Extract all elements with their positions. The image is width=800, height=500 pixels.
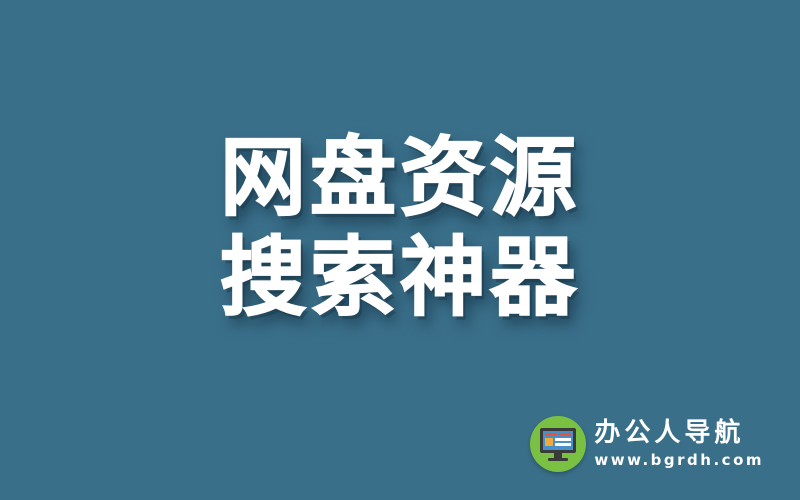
brand-text: 办公人导航 www.bgrdh.com [594,418,764,470]
title-line-1: 网盘资源 [219,127,580,229]
brand-name: 办公人导航 [594,418,745,448]
title-line-2: 搜索神器 [219,227,580,329]
brand-url: www.bgrdh.com [594,451,764,469]
cover-image: 网盘资源 搜索神器 办公人导航 www.bgrdh.com [0,0,800,500]
monitor-icon [540,428,577,461]
brand-watermark: 办公人导航 www.bgrdh.com [530,416,764,472]
title-block: 网盘资源 搜索神器 [0,127,800,329]
brand-logo [530,416,587,472]
